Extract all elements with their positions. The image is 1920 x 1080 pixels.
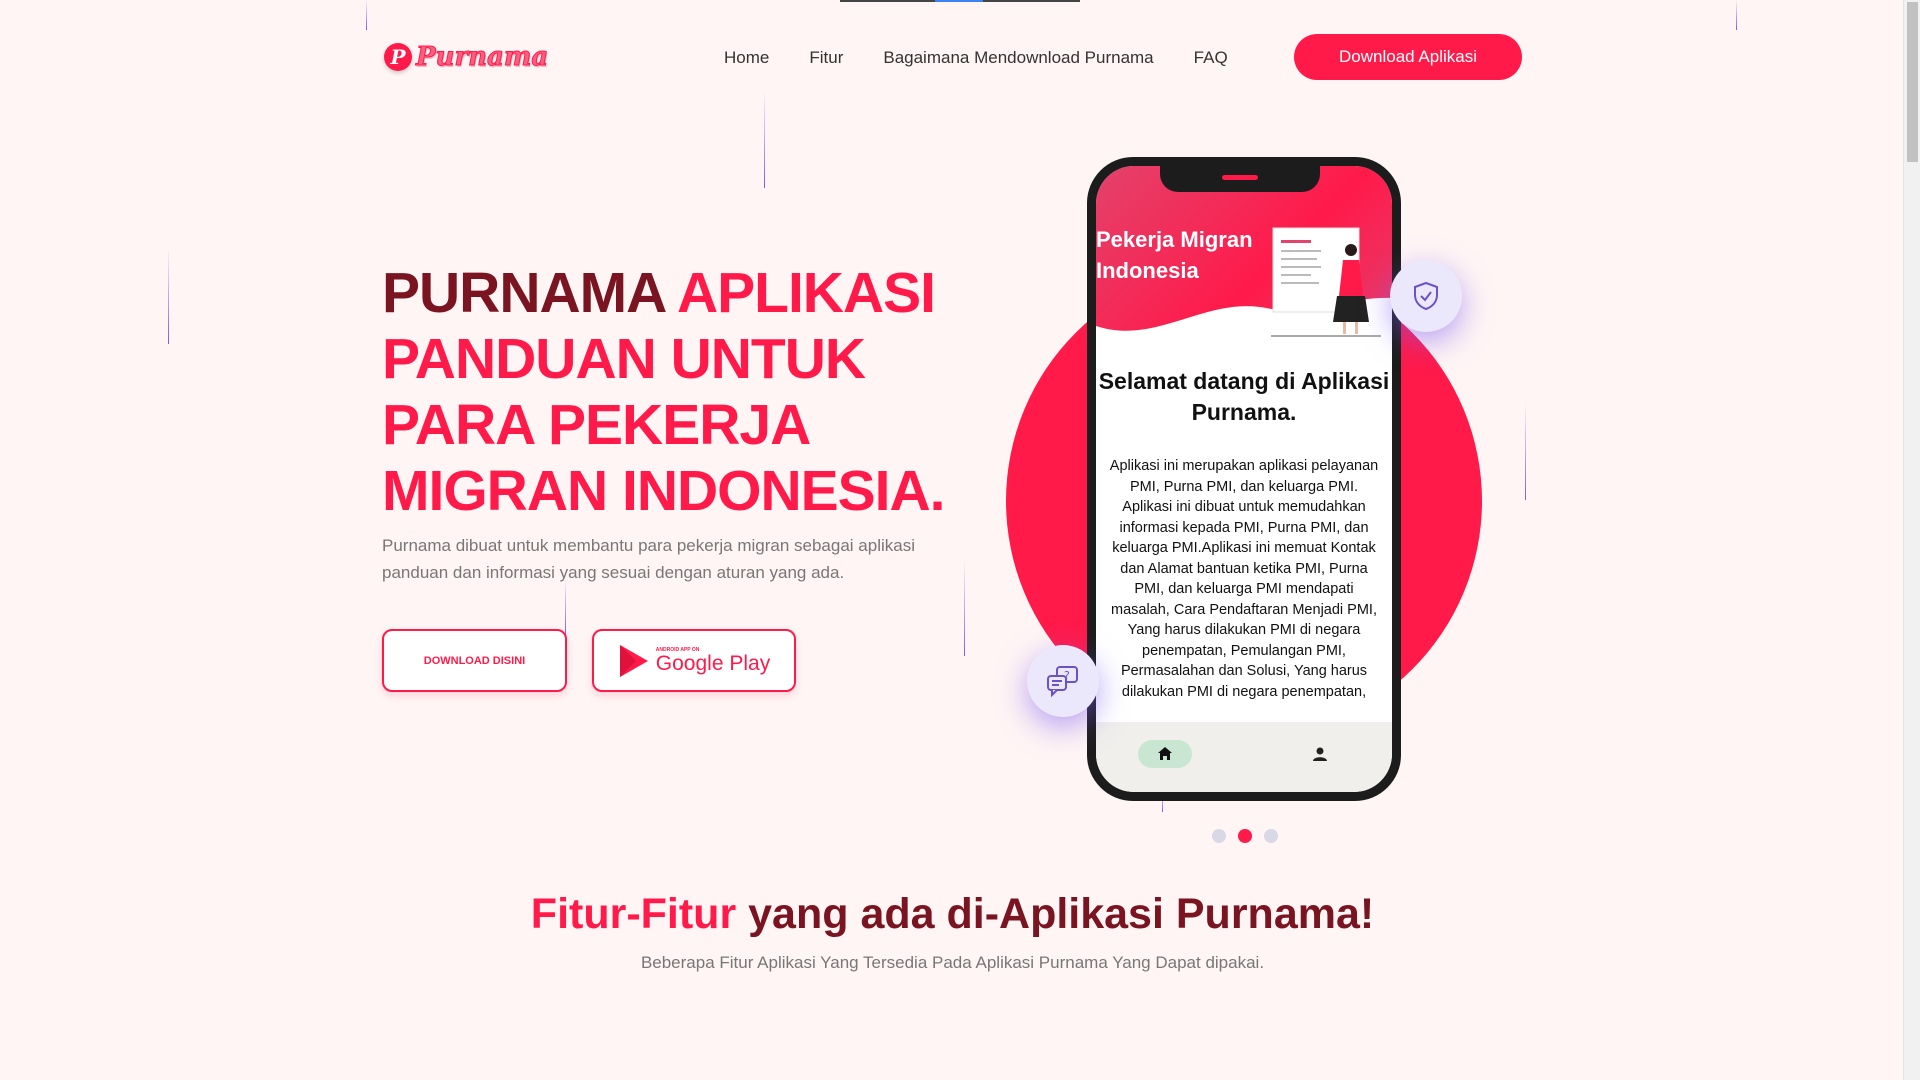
carousel-dots xyxy=(1212,829,1278,843)
google-play-label: Google Play xyxy=(655,651,771,675)
google-play-button[interactable]: ANDROID APP ON Google Play xyxy=(592,629,796,692)
top-progress-bar xyxy=(840,0,1080,2)
brand-logo[interactable]: P Purnama xyxy=(384,42,549,73)
decorative-line xyxy=(764,90,765,188)
phone-welcome-heading: Selamat datang di Aplikasi Purnama. xyxy=(1098,368,1390,425)
features-title-accent: Fitur-Fitur xyxy=(530,890,737,938)
phone-body-text: Aplikasi ini merupakan aplikasi pelayana… xyxy=(1109,458,1379,700)
faq-float-button[interactable]: ? xyxy=(1027,645,1099,717)
download-app-button[interactable]: Download Aplikasi xyxy=(1294,34,1522,80)
phone-bottom-nav xyxy=(1096,722,1392,792)
phone-mockup: Pekerja Migran Indonesia Selamat datang … xyxy=(1087,157,1401,801)
logo-text: Purnama xyxy=(415,42,549,73)
decorative-line xyxy=(565,578,566,634)
home-icon xyxy=(1158,747,1172,760)
google-play-icon xyxy=(619,644,648,677)
shield-float-button[interactable] xyxy=(1390,260,1462,332)
nav-fitur[interactable]: Fitur xyxy=(809,48,843,68)
download-here-button[interactable]: DOWNLOAD DISINI xyxy=(382,629,567,692)
site-header: P Purnama Home Fitur Bagaimana Mendownlo… xyxy=(380,34,1522,82)
nav-how-to-download[interactable]: Bagaimana Mendownload Purnama xyxy=(883,48,1153,68)
woman-presentation-illustration xyxy=(1271,227,1381,337)
phone-home-tab[interactable] xyxy=(1138,740,1192,768)
person-icon xyxy=(1313,747,1327,761)
phone-screen: Pekerja Migran Indonesia Selamat datang … xyxy=(1096,166,1392,792)
decorative-line xyxy=(1736,0,1737,30)
carousel-dot[interactable] xyxy=(1212,829,1226,843)
hero-title-dark: PURNAMA xyxy=(382,261,677,325)
page-scrollbar[interactable] xyxy=(1903,0,1920,1080)
features-title: Fitur-Fitur yang ada di-Aplikasi Purnama… xyxy=(0,890,1905,939)
decorative-line xyxy=(964,560,965,656)
decorative-line xyxy=(168,248,169,344)
main-nav: Home Fitur Bagaimana Mendownload Purnama… xyxy=(724,34,1268,82)
carousel-dot[interactable] xyxy=(1264,829,1278,843)
nav-faq[interactable]: FAQ xyxy=(1194,48,1228,68)
phone-notch xyxy=(1160,166,1320,192)
logo-mark-icon: P xyxy=(384,43,412,71)
carousel-dot-active[interactable] xyxy=(1238,829,1252,843)
hero-description: Purnama dibuat untuk membantu para peker… xyxy=(382,536,915,582)
scrollbar-thumb[interactable] xyxy=(1907,2,1918,162)
shield-check-icon xyxy=(1414,281,1438,311)
decorative-line xyxy=(366,0,367,30)
features-subtitle: Beberapa Fitur Aplikasi Yang Tersedia Pa… xyxy=(640,953,1265,972)
chat-question-icon: ? xyxy=(1047,666,1078,698)
features-title-rest: yang ada di-Aplikasi Purnama! xyxy=(736,890,1375,938)
phone-header-title: Pekerja Migran Indonesia xyxy=(1096,227,1253,283)
phone-profile-tab[interactable] xyxy=(1308,742,1332,766)
decorative-line xyxy=(1525,402,1526,500)
hero-title: PURNAMA APLIKASI PANDUAN UNTUK PARA PEKE… xyxy=(382,260,982,524)
nav-home[interactable]: Home xyxy=(724,48,769,68)
